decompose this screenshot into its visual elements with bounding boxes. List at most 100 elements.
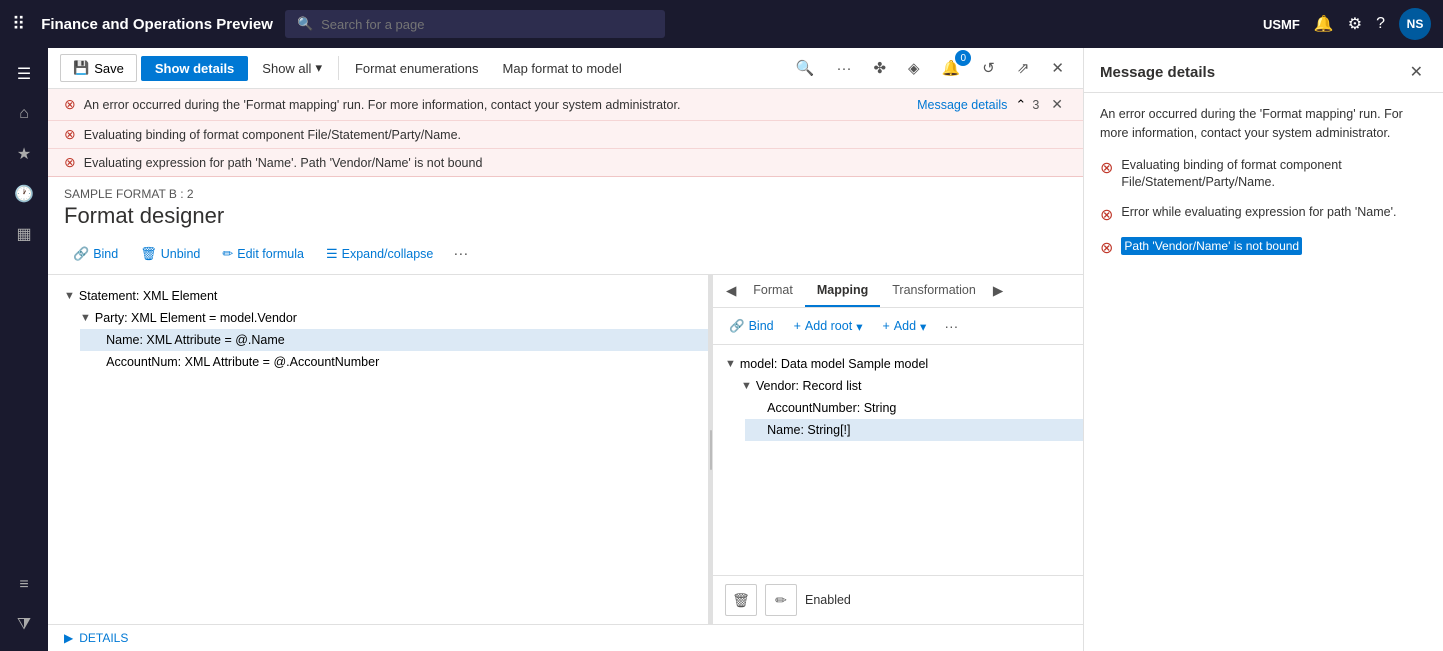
error-text-2: Evaluating binding of format component F…	[84, 128, 1067, 142]
save-button[interactable]: 💾 Save	[60, 54, 137, 82]
export-icon[interactable]: ◈	[901, 54, 927, 82]
error-row-1: ⊗ An error occurred during the 'Format m…	[48, 89, 1083, 121]
arrow-accountnumber	[757, 402, 763, 414]
search-input[interactable]	[321, 17, 653, 32]
sidebar-menu-icon[interactable]: ☰	[6, 56, 42, 92]
content-area: 💾 Save Show details Show all ▾ Format en…	[48, 48, 1083, 651]
notification-badge-wrap: 🔔 0	[935, 54, 968, 82]
close-error-banner-button[interactable]: ✕	[1047, 94, 1067, 115]
close-form-button[interactable]: ✕	[1044, 54, 1071, 82]
tab-prev-arrow[interactable]: ◀	[721, 277, 741, 305]
map-item-model[interactable]: ▼ model: Data model Sample model	[713, 353, 1083, 375]
help-icon[interactable]: ?	[1376, 15, 1385, 33]
edit-binding-button[interactable]: ✏	[765, 584, 797, 616]
tree-item-name[interactable]: Name: XML Attribute = @.Name	[80, 329, 708, 351]
enabled-label: Enabled	[805, 593, 851, 607]
edit-icon: ✏	[222, 246, 233, 262]
bell-icon[interactable]: 🔔	[1314, 14, 1334, 34]
chevron-right-icon: ▶	[64, 631, 73, 645]
msg-error-text-1: Evaluating binding of format component F…	[1121, 157, 1427, 192]
tab-mapping[interactable]: Mapping	[805, 275, 880, 307]
format-enumerations-button[interactable]: Format enumerations	[345, 56, 489, 81]
resize-handle[interactable]	[709, 275, 713, 624]
expand-collapse-button[interactable]: ☰ Expand/collapse	[317, 242, 442, 266]
arrow-accountnum	[96, 356, 102, 368]
mapping-bind-button[interactable]: 🔗 Bind	[721, 315, 782, 338]
delete-binding-button[interactable]: 🗑	[725, 584, 757, 616]
error-text-1: An error occurred during the 'Format map…	[84, 98, 909, 112]
expand-icon: ☰	[326, 246, 338, 262]
app-title: Finance and Operations Preview	[41, 16, 273, 33]
message-panel-header: Message details ✕	[1084, 48, 1443, 93]
arrow-vendor[interactable]: ▼	[741, 380, 752, 392]
mapping-tree: ▼ model: Data model Sample model ▼ Vendo…	[713, 345, 1083, 575]
tab-format[interactable]: Format	[741, 275, 805, 307]
open-external-icon[interactable]: ⇗	[1010, 54, 1037, 82]
tree-item-party[interactable]: ▼ Party: XML Element = model.Vendor	[64, 307, 708, 329]
close-message-panel-button[interactable]: ✕	[1406, 60, 1427, 84]
collapse-arrow-statement[interactable]: ▼	[64, 290, 75, 302]
grid-icon[interactable]: ⠿	[12, 14, 25, 35]
sidebar-modules-icon[interactable]: ≡	[6, 567, 42, 603]
details-toggle[interactable]: ▶ DETAILS	[64, 631, 1067, 645]
save-icon: 💾	[73, 60, 89, 76]
add-button[interactable]: + Add ▾	[874, 315, 934, 338]
show-details-button[interactable]: Show details	[141, 56, 248, 81]
chevron-add-root: ▾	[856, 319, 862, 334]
search-box[interactable]: 🔍	[285, 10, 665, 38]
edit-formula-button[interactable]: ✏ Edit formula	[213, 242, 313, 266]
arrow-model[interactable]: ▼	[725, 358, 736, 370]
settings-icon[interactable]: ⚙	[1348, 14, 1362, 34]
import-icon[interactable]: ✤	[866, 54, 893, 82]
search-toolbar-icon[interactable]: 🔍	[789, 54, 822, 82]
designer-title: Format designer	[64, 203, 1067, 229]
mapping-more-options[interactable]: ···	[938, 314, 964, 338]
map-item-accountnumber[interactable]: AccountNumber: String	[745, 397, 1083, 419]
show-all-button[interactable]: Show all ▾	[252, 55, 332, 81]
msg-error-text-2: Error while evaluating expression for pa…	[1121, 204, 1396, 222]
error-icon-3: ⊗	[64, 154, 76, 171]
tab-transformation[interactable]: Transformation	[880, 275, 988, 307]
error-icon-2: ⊗	[64, 126, 76, 143]
add-root-button[interactable]: + Add root ▾	[786, 315, 871, 338]
map-item-vendor[interactable]: ▼ Vendor: Record list	[729, 375, 1083, 397]
sidebar-home-icon[interactable]: ⌂	[6, 96, 42, 132]
more-options-icon[interactable]: ···	[829, 55, 858, 82]
toolbar-right: 🔍 ··· ✤ ◈ 🔔 0 ↺ ⇗ ✕	[789, 54, 1071, 82]
error-nav-up[interactable]: ⌃	[1015, 97, 1026, 113]
details-footer: ▶ DETAILS	[48, 624, 1083, 651]
message-description: An error occurred during the 'Format map…	[1100, 105, 1427, 143]
designer-header: SAMPLE FORMAT B : 2 Format designer	[48, 177, 1083, 237]
tree-item-accountnum[interactable]: AccountNum: XML Attribute = @.AccountNum…	[80, 351, 708, 373]
message-panel: Message details ✕ An error occurred duri…	[1083, 48, 1443, 651]
message-details-link[interactable]: Message details	[917, 98, 1007, 112]
designer-area: SAMPLE FORMAT B : 2 Format designer 🔗 Bi…	[48, 177, 1083, 651]
error-count-wrap: ⌃ 3	[1015, 97, 1039, 113]
map-format-button[interactable]: Map format to model	[493, 56, 632, 81]
mapping-pane: ◀ Format Mapping Transformation ▶ 🔗 Bind	[713, 275, 1083, 624]
bind-button[interactable]: 🔗 Bind	[64, 242, 127, 266]
more-designer-options[interactable]: ···	[446, 241, 475, 266]
message-panel-body: An error occurred during the 'Format map…	[1084, 93, 1443, 651]
bind-icon: 🔗	[73, 246, 89, 262]
nav-right: USMF 🔔 ⚙ ? NS	[1263, 8, 1431, 40]
tab-next-arrow[interactable]: ▶	[988, 277, 1008, 305]
msg-error-1: ⊗ Evaluating binding of format component…	[1100, 157, 1427, 192]
msg-error-text-3-highlight: Path 'Vendor/Name' is not bound	[1121, 237, 1302, 256]
designer-toolbar: 🔗 Bind 🗑 Unbind ✏ Edit formula ☰ Expand/…	[48, 237, 1083, 275]
sidebar-recent-icon[interactable]: 🕐	[6, 176, 42, 212]
sidebar-workspaces-icon[interactable]: ▦	[6, 216, 42, 252]
link-icon: 🔗	[729, 319, 745, 334]
map-item-name[interactable]: Name: String[!]	[745, 419, 1083, 441]
avatar[interactable]: NS	[1399, 8, 1431, 40]
sidebar-favorites-icon[interactable]: ★	[6, 136, 42, 172]
sidebar-filter-icon[interactable]: ⧩	[6, 607, 42, 643]
collapse-arrow-party[interactable]: ▼	[80, 312, 91, 324]
refresh-icon[interactable]: ↺	[975, 54, 1002, 82]
designer-split: ▼ Statement: XML Element ▼ Party: XML El…	[48, 275, 1083, 624]
error-text-3: Evaluating expression for path 'Name'. P…	[84, 156, 1067, 170]
unbind-icon: 🗑	[140, 246, 157, 262]
notification-count: 0	[955, 50, 971, 66]
tree-item-statement[interactable]: ▼ Statement: XML Element	[48, 285, 708, 307]
unbind-button[interactable]: 🗑 Unbind	[131, 242, 209, 266]
